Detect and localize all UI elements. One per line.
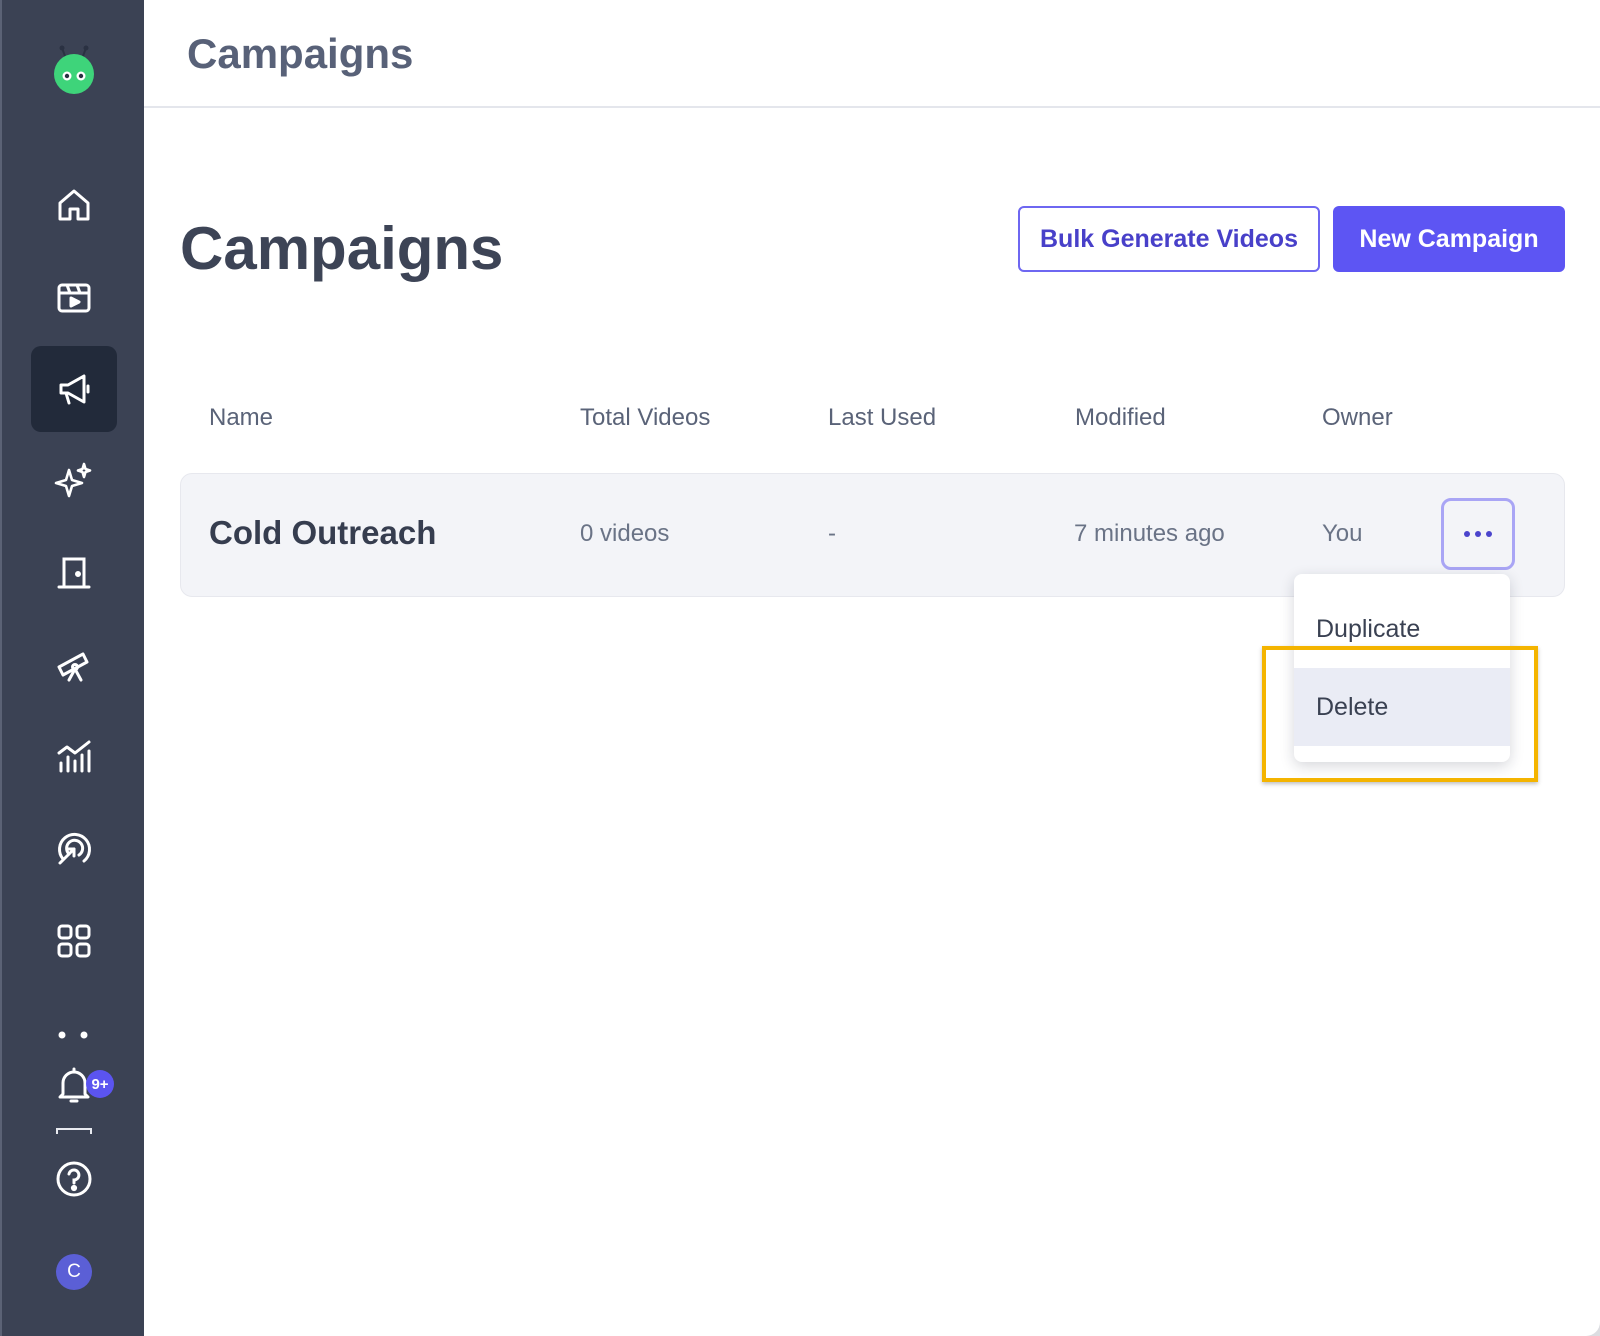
app-logo[interactable] — [49, 44, 99, 98]
telescope-icon — [57, 652, 89, 682]
column-header-last-used[interactable]: Last Used — [828, 404, 936, 432]
more-dot-icon — [1464, 531, 1470, 537]
column-header-name[interactable]: Name — [209, 404, 273, 432]
sidebar: 9+ C — [0, 0, 144, 1336]
nav-videos[interactable] — [31, 254, 117, 340]
new-campaign-button[interactable]: New Campaign — [1333, 206, 1565, 272]
row-actions-menu: Duplicate Delete — [1294, 574, 1510, 762]
megaphone-icon — [59, 374, 90, 405]
campaign-owner: You — [1322, 520, 1363, 547]
nav-discover[interactable] — [31, 622, 117, 708]
nav-campaigns[interactable] — [31, 346, 117, 432]
campaign-total-videos: 0 videos — [580, 520, 670, 547]
column-header-owner[interactable]: Owner — [1322, 404, 1393, 432]
app-window: 9+ C Campaigns Campaigns Bulk Generate V… — [0, 0, 1600, 1336]
user-avatar[interactable]: C — [56, 1254, 92, 1290]
divider-dots — [58, 1031, 88, 1039]
topbar: Campaigns — [144, 0, 1600, 108]
nav-rooms[interactable] — [31, 530, 117, 616]
nav-home[interactable] — [31, 162, 117, 248]
more-dot-icon — [1486, 531, 1492, 537]
column-header-modified[interactable]: Modified — [1075, 404, 1166, 432]
campaign-last-used: - — [828, 520, 836, 547]
home-icon — [58, 189, 90, 221]
column-header-total-videos[interactable]: Total Videos — [580, 404, 710, 432]
apps-grid-icon — [57, 924, 91, 958]
sparkles-icon — [54, 462, 92, 498]
nav-tracking[interactable] — [31, 806, 117, 892]
analytics-chart-icon — [57, 740, 91, 773]
topbar-title: Campaigns — [187, 30, 414, 77]
campaign-name[interactable]: Cold Outreach — [209, 514, 436, 552]
divider-bar — [56, 1128, 92, 1134]
page-title: Campaigns — [180, 215, 504, 282]
nav-apps[interactable] — [31, 898, 117, 984]
target-cursor-icon — [58, 832, 92, 865]
row-more-options-button[interactable] — [1441, 498, 1515, 570]
help-icon — [56, 1161, 92, 1197]
video-clapper-icon — [57, 283, 91, 313]
nav-help[interactable] — [31, 1136, 117, 1222]
door-icon — [57, 557, 91, 589]
more-dot-icon — [1475, 531, 1481, 537]
menu-item-delete[interactable]: Delete — [1294, 668, 1510, 746]
notification-badge: 9+ — [86, 1070, 114, 1098]
campaign-modified: 7 minutes ago — [1074, 520, 1225, 547]
nav-ai[interactable] — [31, 438, 117, 524]
bulk-generate-videos-button[interactable]: Bulk Generate Videos — [1018, 206, 1320, 272]
menu-item-duplicate[interactable]: Duplicate — [1294, 590, 1510, 668]
nav-analytics[interactable] — [31, 714, 117, 800]
